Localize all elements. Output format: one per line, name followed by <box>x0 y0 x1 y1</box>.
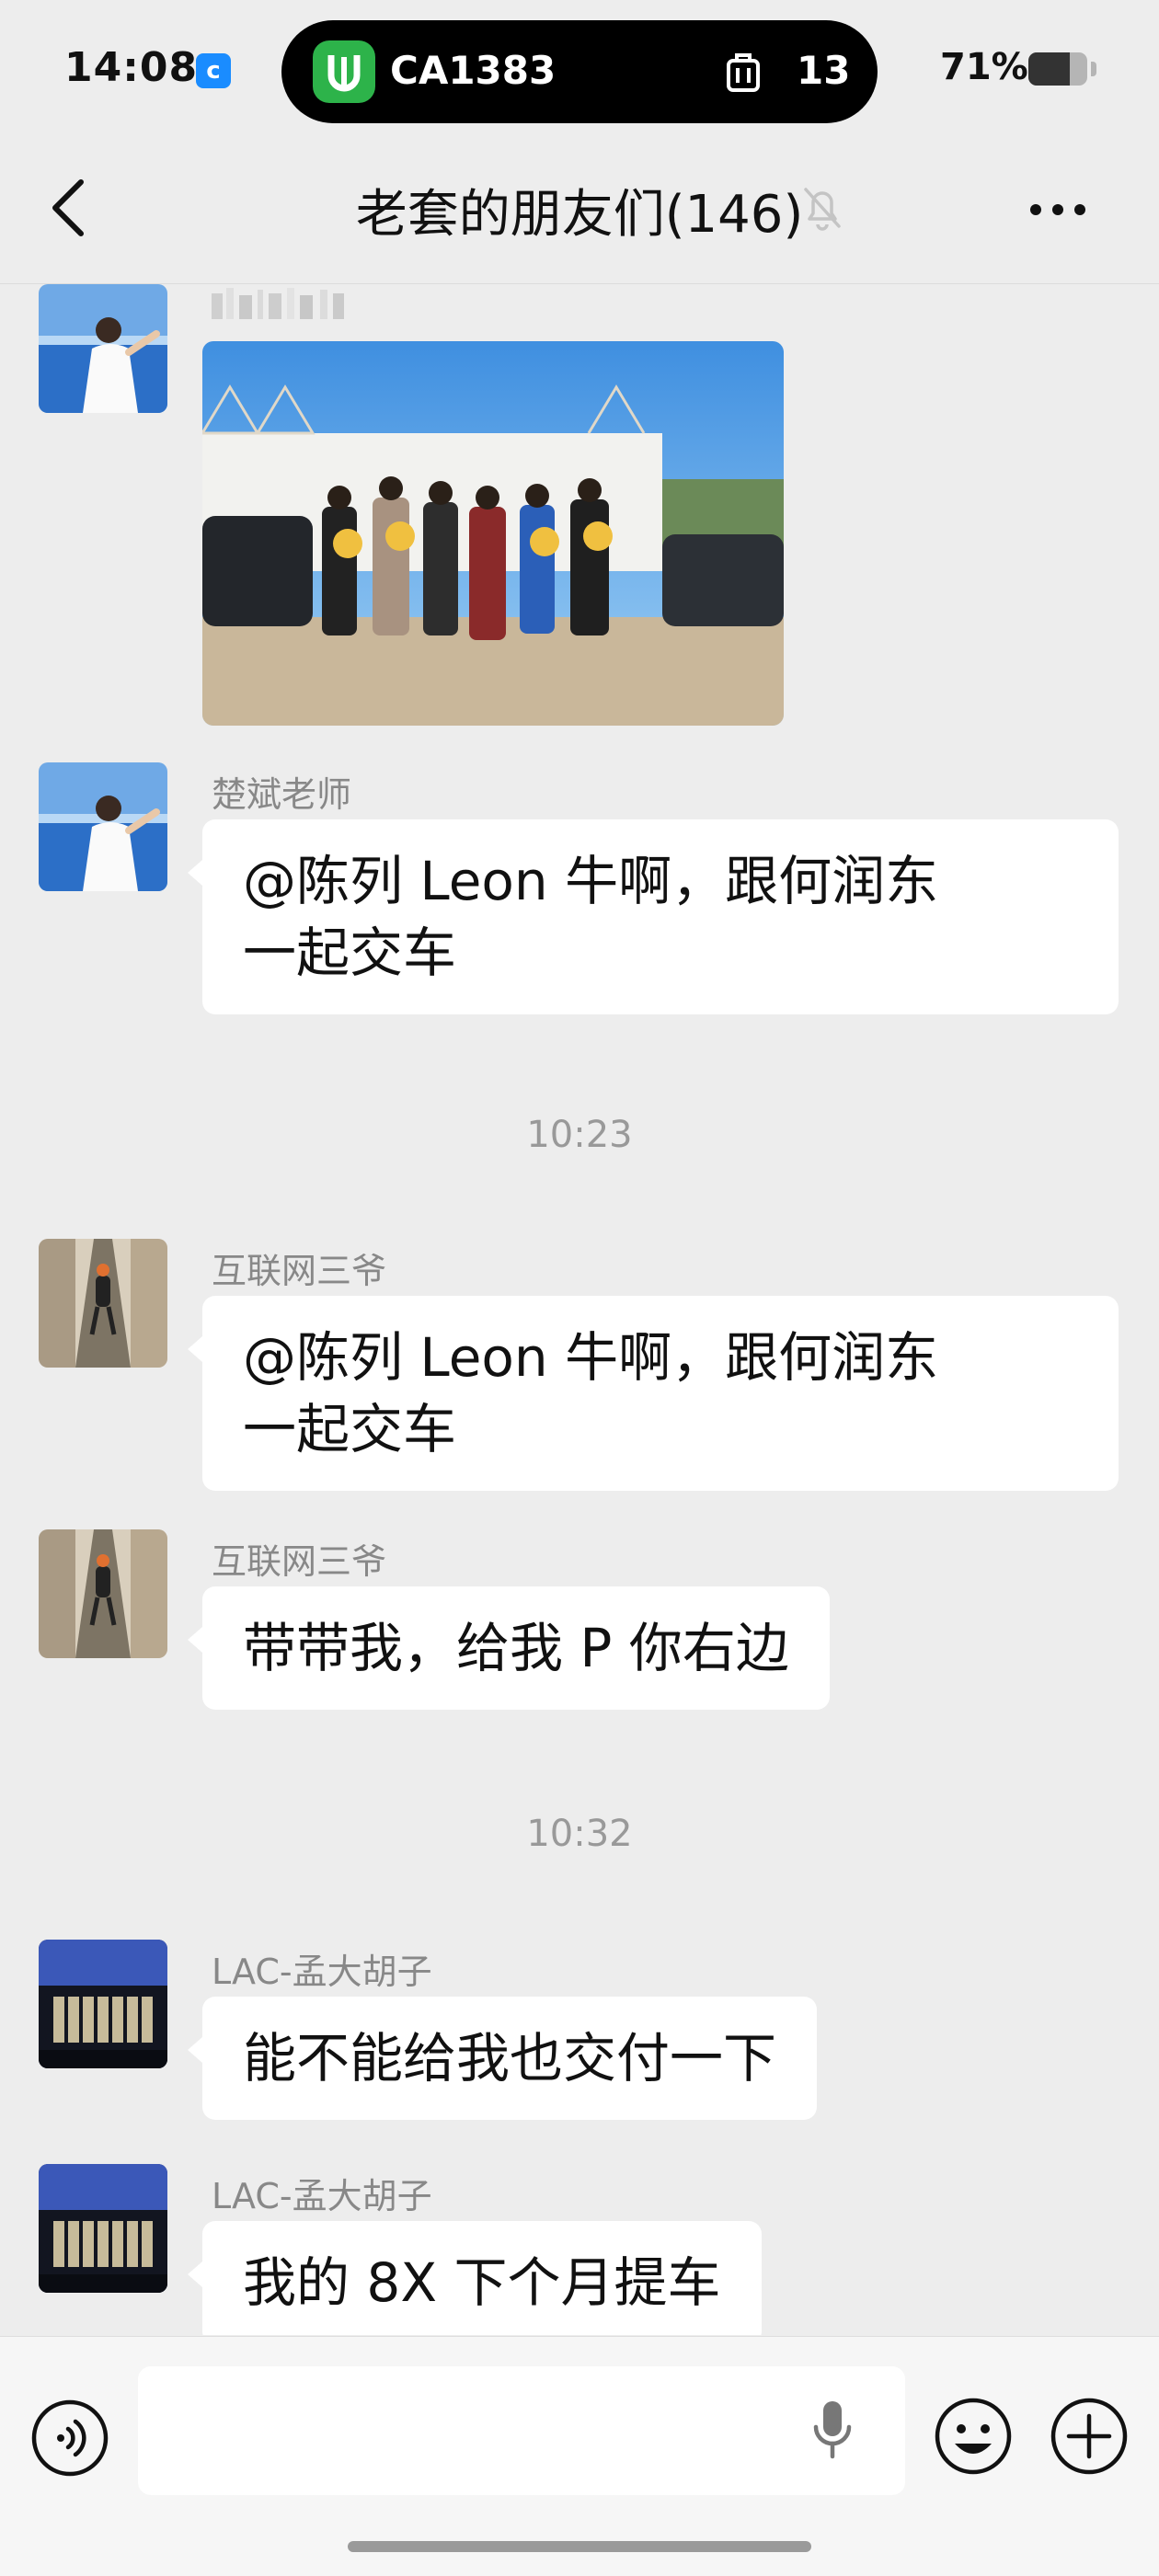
building-avatar[interactable] <box>39 1940 167 2068</box>
message-input[interactable] <box>138 2366 905 2495</box>
battery-level <box>1028 52 1071 86</box>
more-options-button[interactable] <box>1021 182 1095 237</box>
message-bubble[interactable]: @陈列 Leon 牛啊，跟何润东 一起交车 <box>188 819 1119 1014</box>
message-text-line: @陈列 Leon 牛啊，跟何润东 <box>243 1326 939 1389</box>
sender-name: LAC-孟大胡子 <box>212 1952 432 1992</box>
alley-avatar[interactable] <box>39 1239 167 1368</box>
chat-title-wrap: 老套的朋友们(146) <box>0 173 1159 247</box>
message-bubble[interactable]: 带带我，给我 P 你右边 <box>188 1586 830 1710</box>
notification-app-icon: c <box>196 53 231 88</box>
voice-toggle-icon <box>31 2399 109 2477</box>
status-bar: 14:08 c CA1383 13 71% <box>0 0 1159 138</box>
chat-title: 老套的朋友们(146) <box>355 185 804 245</box>
message-text-line: 带带我，给我 P 你右边 <box>243 1617 789 1679</box>
sea-avatar[interactable] <box>39 284 167 413</box>
voice-toggle-button[interactable] <box>29 2398 110 2479</box>
sender-name: LAC-孟大胡子 <box>212 2176 432 2216</box>
message-text-line: 能不能给我也交付一下 <box>243 2027 777 2089</box>
message-timestamp: 10:32 <box>526 1813 633 1855</box>
sender-name: 互联网三爷 <box>212 1541 387 1582</box>
emoji-icon <box>935 2398 1012 2475</box>
battery-icon <box>1028 52 1087 86</box>
message-text-line: 我的 8X 下个月提车 <box>243 2251 721 2314</box>
home-indicator[interactable] <box>348 2541 811 2552</box>
chat-header: 老套的朋友们(146) <box>0 138 1159 284</box>
luggage-icon <box>723 52 763 97</box>
battery-cap <box>1091 62 1096 76</box>
message-text-line: @陈列 Leon 牛啊，跟何润东 <box>243 850 939 912</box>
message-list[interactable]: 楚斌老师 @陈列 Leon 牛啊，跟何润东 一起交车 10:23 互联网三爷 @… <box>0 284 1159 2335</box>
sea-avatar[interactable] <box>39 762 167 891</box>
message-timestamp: 10:23 <box>526 1114 633 1156</box>
battery-percent: 71% <box>940 46 1028 88</box>
message-bubble[interactable]: 能不能给我也交付一下 <box>187 1997 818 2120</box>
flight-number: CA1383 <box>390 48 557 93</box>
sender-name: 互联网三爷 <box>212 1251 387 1291</box>
message-bubble[interactable]: @陈列 Leon 牛啊，跟何润东 一起交车 <box>188 1296 1119 1491</box>
dynamic-island-flight-activity[interactable]: CA1383 13 <box>281 20 878 123</box>
emoji-button[interactable] <box>933 2396 1014 2477</box>
alley-avatar[interactable] <box>39 1529 167 1658</box>
message-bubble[interactable]: 我的 8X 下个月提车 <box>188 2221 762 2335</box>
flight-app-icon <box>313 40 375 103</box>
microphone-icon[interactable] <box>809 2396 855 2469</box>
status-time: 14:08 <box>64 44 199 91</box>
shared-photo[interactable] <box>202 341 784 726</box>
sender-name: 楚斌老师 <box>212 774 352 815</box>
gate-number: 13 <box>797 48 851 93</box>
building-avatar[interactable] <box>39 2164 167 2293</box>
plus-icon <box>1050 2398 1128 2475</box>
more-dots-icon <box>1030 204 1085 215</box>
plus-button[interactable] <box>1049 2396 1130 2477</box>
sender-name-blurred <box>212 288 359 329</box>
mute-bell-icon <box>798 182 846 237</box>
message-text-line: 一起交车 <box>243 1398 457 1460</box>
message-text-line: 一起交车 <box>243 922 457 984</box>
chat-input-bar <box>0 2336 1159 2576</box>
